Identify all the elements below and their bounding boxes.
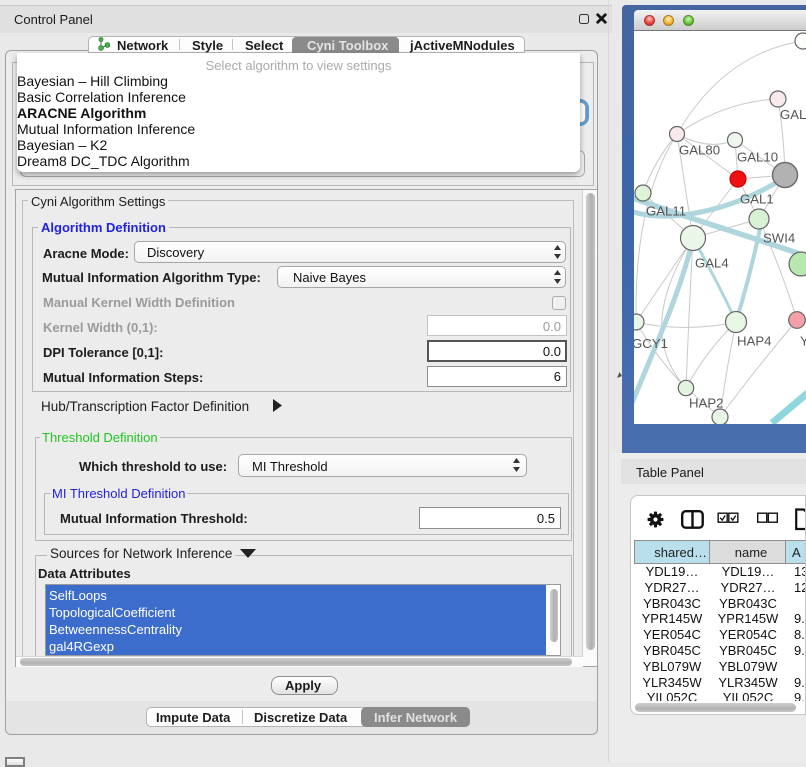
svg-text:HAP4: HAP4 [737,334,771,349]
svg-text:GAL80: GAL80 [679,143,720,158]
svg-text:GAL11: GAL11 [646,204,686,219]
svg-text:YM: YM [800,334,806,349]
svg-text:GAL1: GAL1 [740,192,774,207]
svg-text:GAL2: GAL2 [780,107,806,122]
svg-text:GAL4: GAL4 [695,256,729,271]
svg-text:SWI4: SWI4 [763,231,795,246]
svg-text:GAL10: GAL10 [737,150,778,165]
svg-text:HAP2: HAP2 [689,396,723,411]
svg-text:GCY1: GCY1 [634,336,668,351]
